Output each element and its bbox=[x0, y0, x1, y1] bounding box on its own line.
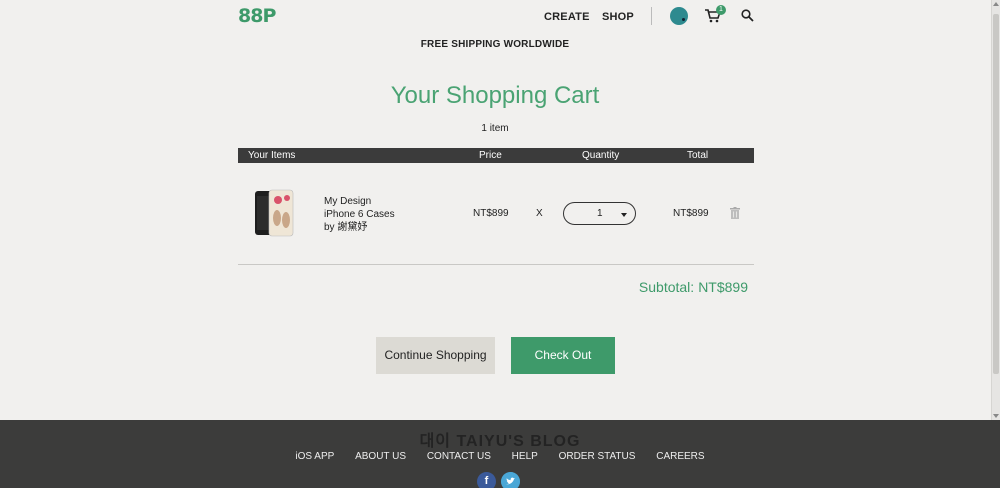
site-header: 88P CREATE SHOP 1 bbox=[238, 0, 754, 32]
column-header-items: Your Items bbox=[248, 150, 296, 161]
cart-item-row: My Design iPhone 6 Cases by 謝黛妤 NT$899 X… bbox=[238, 176, 754, 250]
site-footer: 대이 TAIYU'S BLOG iOS APP ABOUT US CONTACT… bbox=[0, 420, 1000, 488]
column-header-total: Total bbox=[687, 150, 709, 161]
trash-icon[interactable] bbox=[730, 207, 740, 219]
nav-divider bbox=[651, 7, 652, 25]
product-name[interactable]: My Design iPhone 6 Cases by 謝黛妤 bbox=[324, 195, 395, 234]
free-shipping-banner: FREE SHIPPING WORLDWIDE bbox=[420, 39, 570, 50]
cart-subtotal: Subtotal: NT$899 bbox=[600, 279, 748, 295]
blog-watermark: 대이 TAIYU'S BLOG bbox=[419, 433, 581, 450]
footer-links: iOS APP ABOUT US CONTACT US HELP ORDER S… bbox=[0, 451, 1000, 462]
cart-table-header: Your Items Price Quantity Total bbox=[238, 148, 754, 163]
footer-link-order-status[interactable]: ORDER STATUS bbox=[559, 451, 636, 462]
footer-link-ios-app[interactable]: iOS APP bbox=[295, 451, 334, 462]
continue-shopping-button[interactable]: Continue Shopping bbox=[376, 337, 495, 374]
user-avatar[interactable] bbox=[670, 7, 688, 25]
scroll-thumb[interactable] bbox=[993, 14, 999, 374]
product-name-line: My Design bbox=[324, 196, 372, 207]
item-total: NT$899 bbox=[673, 208, 709, 219]
item-price: NT$899 bbox=[473, 208, 509, 219]
twitter-icon[interactable] bbox=[501, 472, 520, 488]
product-thumbnail[interactable] bbox=[252, 188, 298, 238]
row-divider bbox=[238, 264, 754, 265]
footer-link-careers[interactable]: CAREERS bbox=[656, 451, 704, 462]
site-logo[interactable]: 88P bbox=[238, 5, 276, 27]
multiply-sign: X bbox=[536, 208, 543, 219]
facebook-icon[interactable]: f bbox=[477, 472, 496, 488]
footer-link-contact-us[interactable]: CONTACT US bbox=[427, 451, 491, 462]
page-scrollbar[interactable] bbox=[991, 0, 1000, 420]
nav-create-link[interactable]: CREATE bbox=[544, 11, 590, 23]
quantity-value: 1 bbox=[597, 208, 603, 219]
cart-count-badge: 1 bbox=[716, 5, 726, 15]
chevron-down-icon bbox=[621, 213, 627, 217]
column-header-price: Price bbox=[479, 150, 502, 161]
cart-item-count: 1 item bbox=[481, 123, 509, 134]
page-title: Your Shopping Cart bbox=[390, 82, 600, 109]
nav-shop-link[interactable]: SHOP bbox=[602, 11, 634, 23]
quantity-select[interactable]: 1 bbox=[563, 202, 636, 225]
product-type-line: iPhone 6 Cases bbox=[324, 209, 395, 220]
search-icon[interactable] bbox=[741, 9, 754, 22]
product-author-line: by 謝黛妤 bbox=[324, 222, 368, 233]
subtotal-value: NT$899 bbox=[698, 279, 748, 295]
subtotal-label: Subtotal: bbox=[638, 279, 695, 295]
scroll-up-arrow-icon[interactable] bbox=[993, 2, 999, 6]
scroll-down-arrow-icon[interactable] bbox=[993, 414, 999, 418]
footer-link-about-us[interactable]: ABOUT US bbox=[355, 451, 406, 462]
column-header-quantity: Quantity bbox=[582, 150, 620, 161]
footer-link-help[interactable]: HELP bbox=[512, 451, 538, 462]
checkout-button[interactable]: Check Out bbox=[511, 337, 615, 374]
